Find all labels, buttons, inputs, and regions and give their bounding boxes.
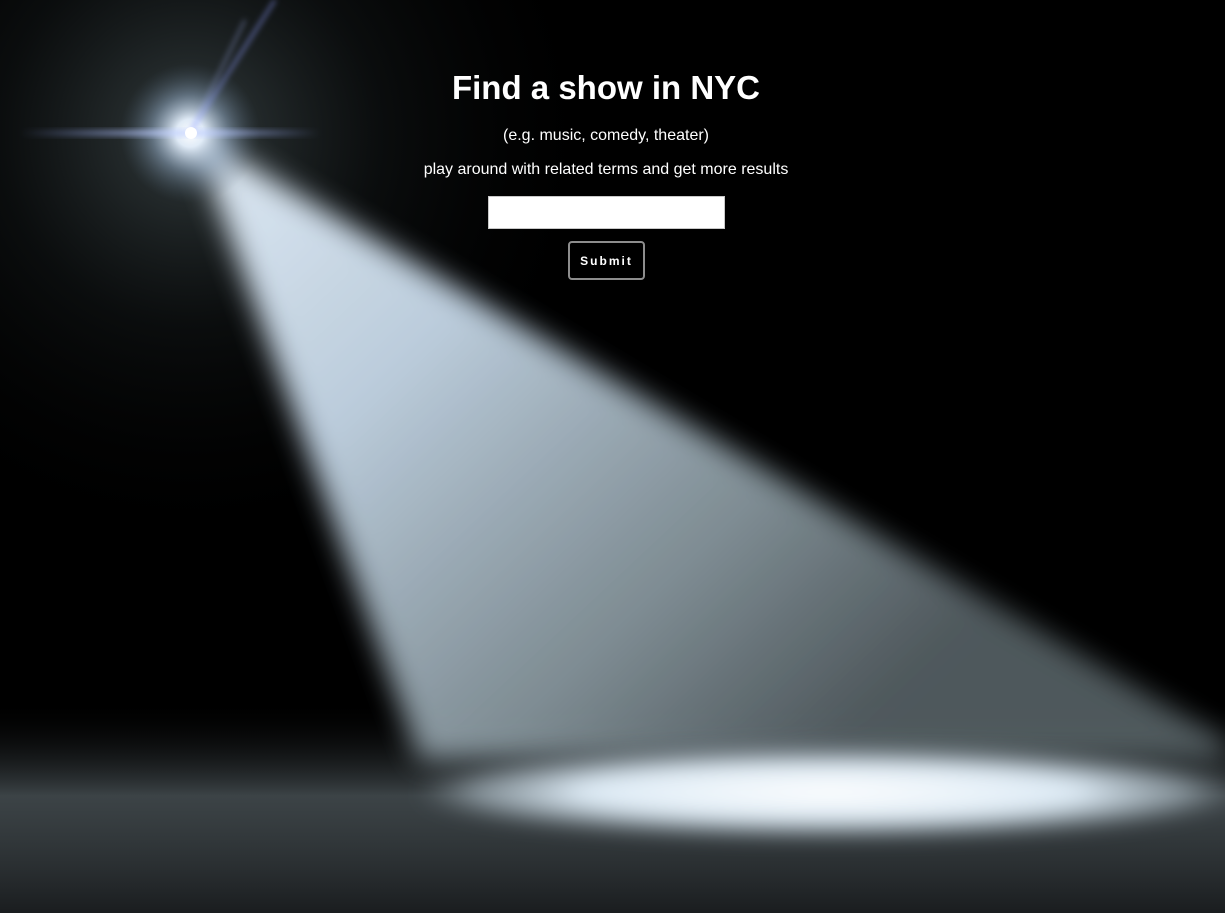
related-terms-hint: play around with related terms and get m…	[423, 161, 789, 178]
category-hint: (e.g. music, comedy, theater)	[503, 127, 709, 144]
submit-button[interactable]: Submit	[568, 241, 645, 280]
page-title: Find a show in NYC	[451, 69, 760, 106]
search-input[interactable]	[488, 196, 725, 229]
